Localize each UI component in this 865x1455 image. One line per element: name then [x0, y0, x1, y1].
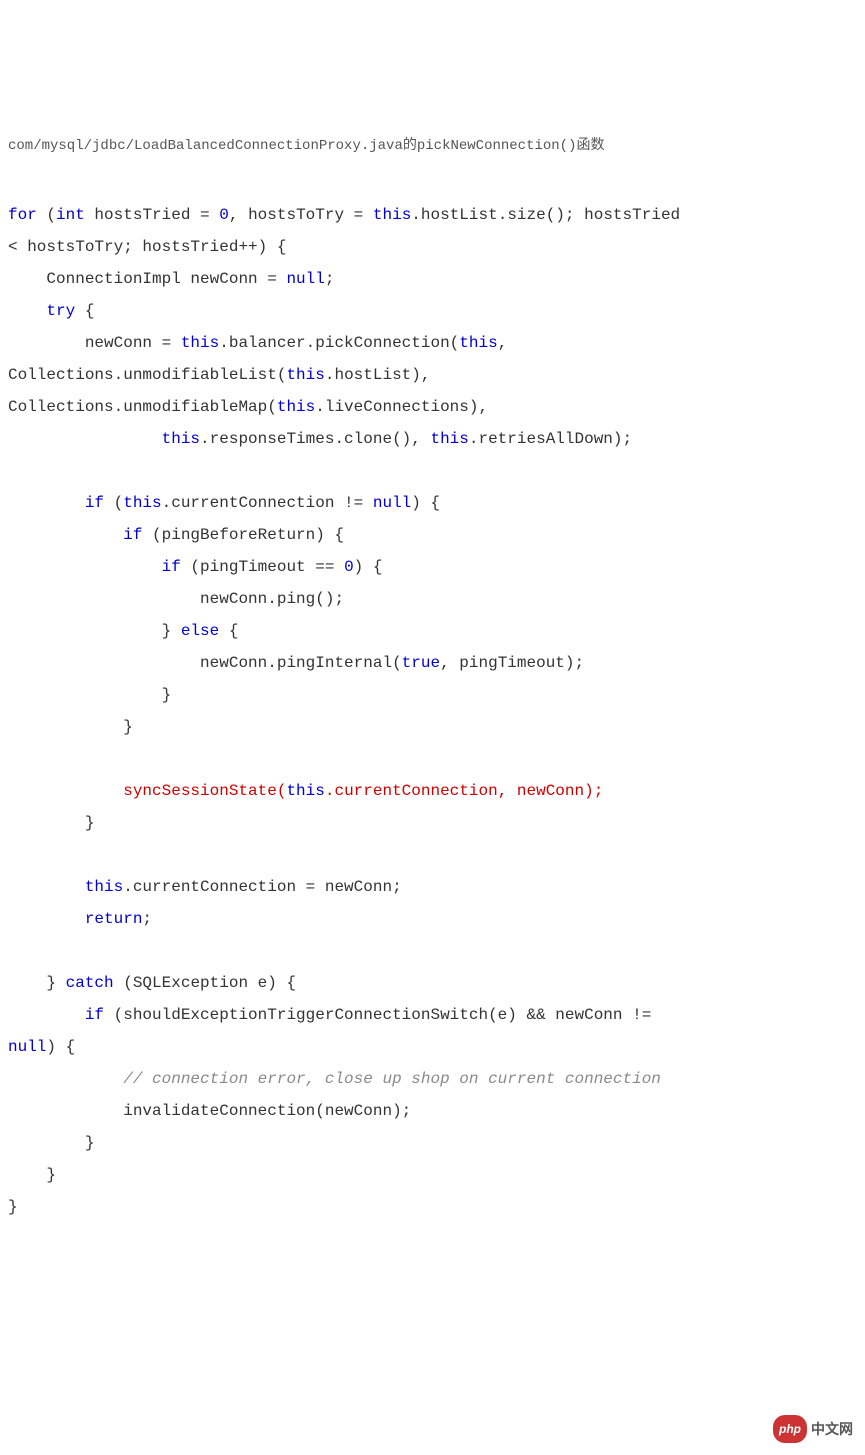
t: } [8, 622, 181, 640]
t [8, 1006, 85, 1024]
t: , pingTimeout); [440, 654, 584, 672]
kw-if: if [162, 558, 181, 576]
num: 0 [219, 206, 229, 224]
kw-try: try [46, 302, 75, 320]
t: } [8, 686, 171, 704]
t: } [8, 1166, 56, 1184]
kw-if: if [85, 1006, 104, 1024]
kw-this: this [85, 878, 123, 896]
kw-for: for [8, 206, 37, 224]
true: true [402, 654, 440, 672]
kw-this: this [277, 398, 315, 416]
t: Collections.unmodifiableList( [8, 366, 286, 384]
t: ConnectionImpl newConn = [8, 270, 286, 288]
t: .hostList), [325, 366, 440, 384]
t: newConn = [8, 334, 181, 352]
t: invalidateConnection(newConn); [8, 1102, 411, 1120]
t: } [8, 718, 133, 736]
t: Collections.unmodifiableMap( [8, 398, 277, 416]
t: newConn.ping(); [8, 590, 344, 608]
kw-catch: catch [66, 974, 114, 992]
num: 0 [344, 558, 354, 576]
t: .currentConnection = newConn; [123, 878, 401, 896]
t [8, 782, 123, 800]
t [8, 494, 85, 512]
watermark: php 中文网 [773, 1415, 853, 1443]
null: null [373, 494, 411, 512]
t: (pingTimeout == [181, 558, 344, 576]
kw-int: int [56, 206, 85, 224]
t [8, 558, 162, 576]
kw-this: this [430, 430, 468, 448]
t [8, 302, 46, 320]
t: } [8, 1198, 18, 1216]
code-block: for (int hostsTried = 0, hostsToTry = th… [8, 199, 857, 1223]
t: ( [104, 494, 123, 512]
highlight-call: .currentConnection, newConn); [325, 782, 603, 800]
t: { [219, 622, 238, 640]
kw-this: this [286, 366, 324, 384]
t: ) { [354, 558, 383, 576]
t: .balancer.pickConnection( [219, 334, 459, 352]
highlight-call: syncSessionState( [123, 782, 286, 800]
t: ) { [46, 1038, 75, 1056]
t [8, 878, 85, 896]
t: .liveConnections), [315, 398, 488, 416]
t: } [8, 814, 94, 832]
t: , hostsToTry = [229, 206, 373, 224]
kw-this: this [286, 782, 324, 800]
kw-this: this [123, 494, 161, 512]
kw-if: if [123, 526, 142, 544]
t: { [75, 302, 94, 320]
t: .retriesAllDown); [469, 430, 632, 448]
t: ; [325, 270, 335, 288]
watermark-text: 中文网 [811, 1415, 853, 1443]
file-path-header: com/mysql/jdbc/LoadBalancedConnectionPro… [8, 136, 857, 157]
t: ; [142, 910, 152, 928]
t: .responseTimes.clone(), [200, 430, 430, 448]
t: (pingBeforeReturn) { [142, 526, 344, 544]
kw-this: this [373, 206, 411, 224]
t: (shouldExceptionTriggerConnectionSwitch(… [104, 1006, 661, 1024]
t [8, 430, 162, 448]
kw-if: if [85, 494, 104, 512]
watermark-logo: php [773, 1415, 807, 1443]
comment: // connection error, close up shop on cu… [123, 1070, 661, 1088]
t: hostsTried = [85, 206, 219, 224]
kw-this: this [459, 334, 497, 352]
t: (SQLException e) { [114, 974, 296, 992]
t: , [498, 334, 517, 352]
t: ) { [411, 494, 440, 512]
t: .hostList.size(); hostsTried [411, 206, 689, 224]
kw-return: return [85, 910, 143, 928]
t [8, 910, 85, 928]
t [8, 526, 123, 544]
t: } [8, 1134, 94, 1152]
t: newConn.pingInternal( [8, 654, 402, 672]
t: < hostsToTry; hostsTried++) { [8, 238, 286, 256]
t [8, 1070, 123, 1088]
kw-this: this [181, 334, 219, 352]
null: null [8, 1038, 46, 1056]
kw-else: else [181, 622, 219, 640]
null: null [286, 270, 324, 288]
t: } [8, 974, 66, 992]
kw-this: this [162, 430, 200, 448]
t: ( [37, 206, 56, 224]
t: .currentConnection != [162, 494, 373, 512]
